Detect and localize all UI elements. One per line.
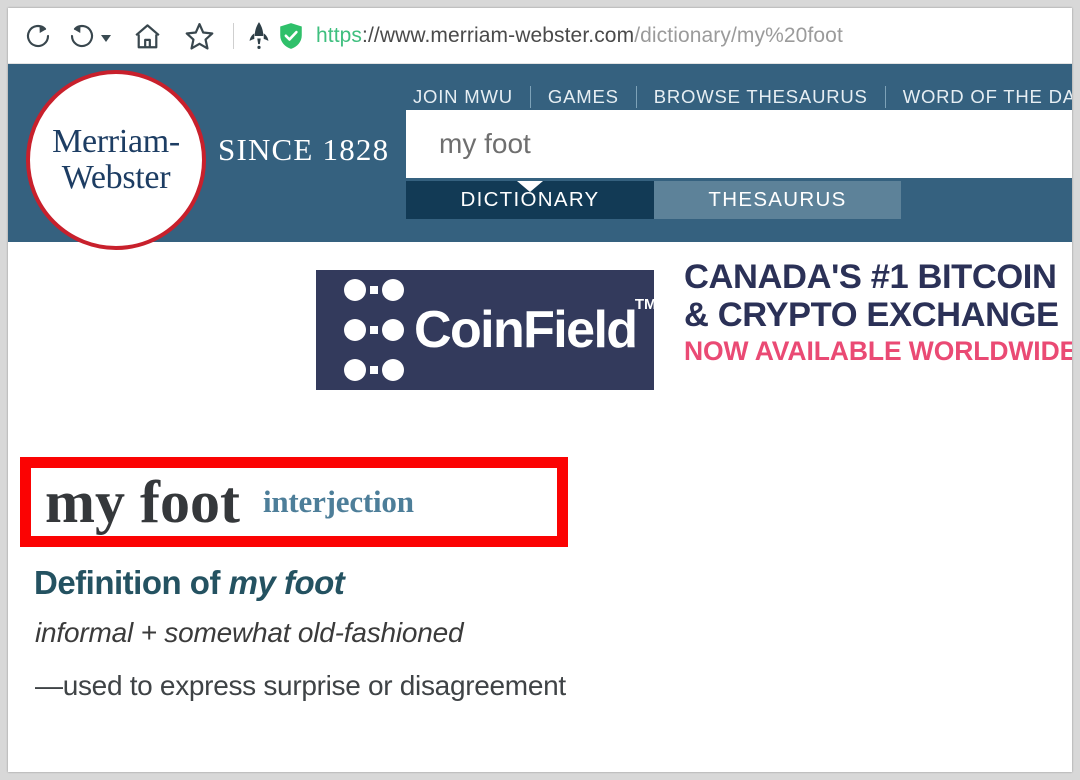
- address-bar-url[interactable]: https://www.merriam-webster.com/dictiona…: [316, 24, 843, 48]
- url-scheme: https: [316, 24, 363, 47]
- nav-item-word-of-the-day[interactable]: WORD OF THE DAY: [886, 86, 1072, 108]
- advertisement-banner[interactable]: CoinField TM CANADA'S #1 BITCOIN & CRYPT…: [8, 242, 1072, 402]
- search-input-value: my foot: [439, 128, 531, 159]
- usage-register-label: informal + somewhat old-fashioned: [35, 617, 464, 648]
- nav-item-join-mwu[interactable]: JOIN MWU: [396, 86, 530, 108]
- coinfield-wordmark: CoinField TM: [414, 296, 656, 360]
- ad-headline-line-1: CANADA'S #1 BITCOIN: [684, 258, 1057, 296]
- coinfield-dot-grid-icon: [344, 279, 404, 381]
- dictionary-entry: my foot interjection Definition of my fo…: [8, 402, 1072, 701]
- url-path: /dictionary/my%20foot: [634, 24, 843, 47]
- search-input[interactable]: my foot: [406, 110, 1072, 178]
- browser-window: https://www.merriam-webster.com/dictiona…: [8, 8, 1072, 772]
- site-header: Merriam- Webster SINCE 1828 JOIN MWU GAM…: [8, 64, 1072, 250]
- since-tagline: SINCE 1828: [218, 132, 390, 167]
- reload-icon[interactable]: [16, 14, 60, 58]
- site-nav: JOIN MWU GAMES BROWSE THESAURUS WORD OF …: [396, 80, 1072, 114]
- definition-heading: Definition of my foot: [34, 564, 345, 602]
- back-dropdown-caret-icon[interactable]: [101, 34, 111, 42]
- trademark-symbol: TM: [634, 296, 657, 313]
- browser-toolbar: https://www.merriam-webster.com/dictiona…: [8, 8, 1072, 64]
- definition-heading-word: my foot: [228, 564, 345, 601]
- coinfield-logo: CoinField TM: [316, 270, 656, 390]
- coinfield-brand-text: CoinField: [414, 301, 638, 359]
- merriam-webster-logo[interactable]: Merriam- Webster: [26, 70, 206, 250]
- logo-line-1: Merriam-: [52, 123, 180, 160]
- url-host: ://www.merriam-webster.com: [362, 24, 635, 47]
- shield-check-icon[interactable]: [278, 22, 304, 50]
- tab-thesaurus[interactable]: THESAURUS: [654, 181, 901, 219]
- nav-item-browse-thesaurus[interactable]: BROWSE THESAURUS: [637, 86, 885, 108]
- home-icon[interactable]: [125, 14, 169, 58]
- bookmark-star-icon[interactable]: [177, 14, 221, 58]
- headword-highlight-box: my foot interjection: [20, 457, 568, 547]
- ad-subhead: NOW AVAILABLE WORLDWIDE: [684, 336, 1072, 366]
- toolbar-divider: [233, 23, 234, 49]
- logo-line-2: Webster: [61, 159, 171, 196]
- tab-dictionary[interactable]: DICTIONARY: [406, 181, 654, 219]
- nav-item-games[interactable]: GAMES: [531, 86, 636, 108]
- back-icon[interactable]: [60, 14, 104, 58]
- headword: my foot: [45, 469, 240, 535]
- search-scope-tabs: DICTIONARY THESAURUS: [406, 181, 901, 219]
- ad-copy: CANADA'S #1 BITCOIN & CRYPTO EXCHANGE NO…: [684, 258, 1072, 368]
- sense-definition-text: —used to express surprise or disagreemen…: [35, 670, 566, 701]
- part-of-speech[interactable]: interjection: [263, 484, 414, 520]
- rocket-icon[interactable]: [244, 14, 274, 58]
- ad-headline-line-2: & CRYPTO EXCHANGE: [684, 296, 1059, 334]
- definition-heading-prefix: Definition of: [34, 564, 229, 601]
